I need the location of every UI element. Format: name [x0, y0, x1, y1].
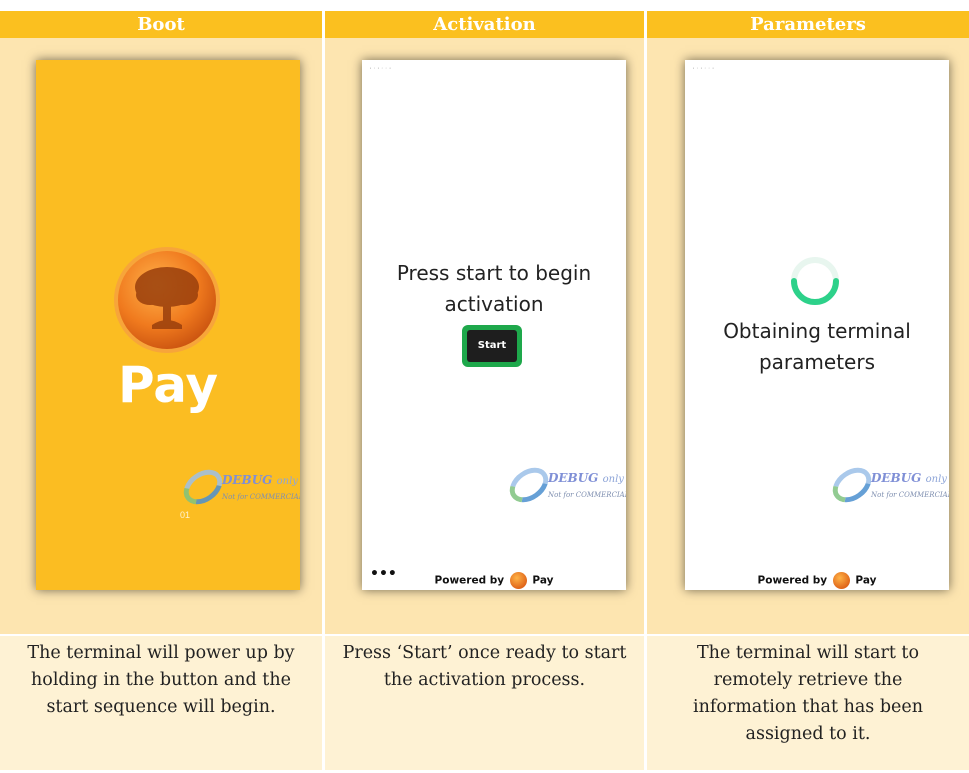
status-bar: ▪ ▫ ▪ ▫ ▫ ▪ — [370, 66, 392, 70]
watermark-suffix: only — [276, 476, 298, 487]
watermark-suffix: only — [925, 474, 947, 485]
debug-watermark: DEBUG only Not for COMMERCIAL — [503, 460, 626, 519]
activation-message-line1: Press start to begin — [396, 261, 592, 285]
loading-spinner-icon — [791, 257, 839, 305]
watermark-ring-icon — [503, 460, 555, 510]
header-boot: Boot — [0, 11, 322, 38]
header-parameters: Parameters — [647, 11, 969, 38]
status-bar: ▪ ▫ ▪ ▫ ▫ ▪ — [693, 66, 715, 70]
header-activation: Activation — [325, 11, 644, 38]
watermark-title: DEBUG — [871, 471, 922, 485]
description-parameters: The terminal will start to remotely retr… — [647, 636, 969, 770]
start-button-label[interactable]: Start — [467, 330, 517, 362]
watermark-title: DEBUG — [222, 473, 273, 487]
steps-table: Boot Activation Parameters Pay DEBUG onl… — [0, 0, 969, 773]
powered-by-text: Powered by — [434, 574, 505, 587]
debug-watermark: DEBUG only Not for COMMERCIAL — [177, 462, 300, 521]
boot-counter: 01 — [180, 510, 191, 520]
debug-watermark: DEBUG only Not for COMMERCIAL — [826, 460, 949, 519]
description-boot: The terminal will power up by holding in… — [0, 636, 322, 770]
start-button[interactable]: Start — [462, 325, 522, 367]
description-activation: Press ‘Start’ once ready to start the ac… — [325, 636, 644, 770]
brand-text: Pay — [117, 356, 219, 414]
parameters-screen: ▪ ▫ ▪ ▫ ▫ ▪ Obtaining terminal parameter… — [685, 60, 949, 590]
watermark-ring-icon — [826, 460, 878, 510]
parameters-message-line1: Obtaining terminal — [723, 319, 911, 343]
powered-by-brand: Pay — [855, 574, 877, 587]
powered-by-text: Powered by — [757, 574, 828, 587]
watermark-ring-icon — [177, 462, 229, 512]
watermark-sub: Not for COMMERCIAL — [548, 491, 626, 499]
parameters-message-line2: parameters — [758, 350, 875, 374]
boot-screen: Pay DEBUG only Not for COMMERCIAL 01 — [36, 60, 300, 590]
tree-logo-icon — [114, 247, 220, 353]
brand-logo-icon — [509, 572, 527, 589]
watermark-sub: Not for COMMERCIAL — [871, 491, 949, 499]
powered-by-brand: Pay — [532, 574, 554, 587]
watermark-suffix: only — [602, 474, 624, 485]
activation-screen: ▪ ▫ ▪ ▫ ▫ ▪ Press start to begin activat… — [362, 60, 626, 590]
activation-message-line2: activation — [444, 292, 544, 316]
watermark-sub: Not for COMMERCIAL — [222, 493, 300, 501]
brand-logo-icon — [832, 572, 850, 589]
watermark-title: DEBUG — [548, 471, 599, 485]
